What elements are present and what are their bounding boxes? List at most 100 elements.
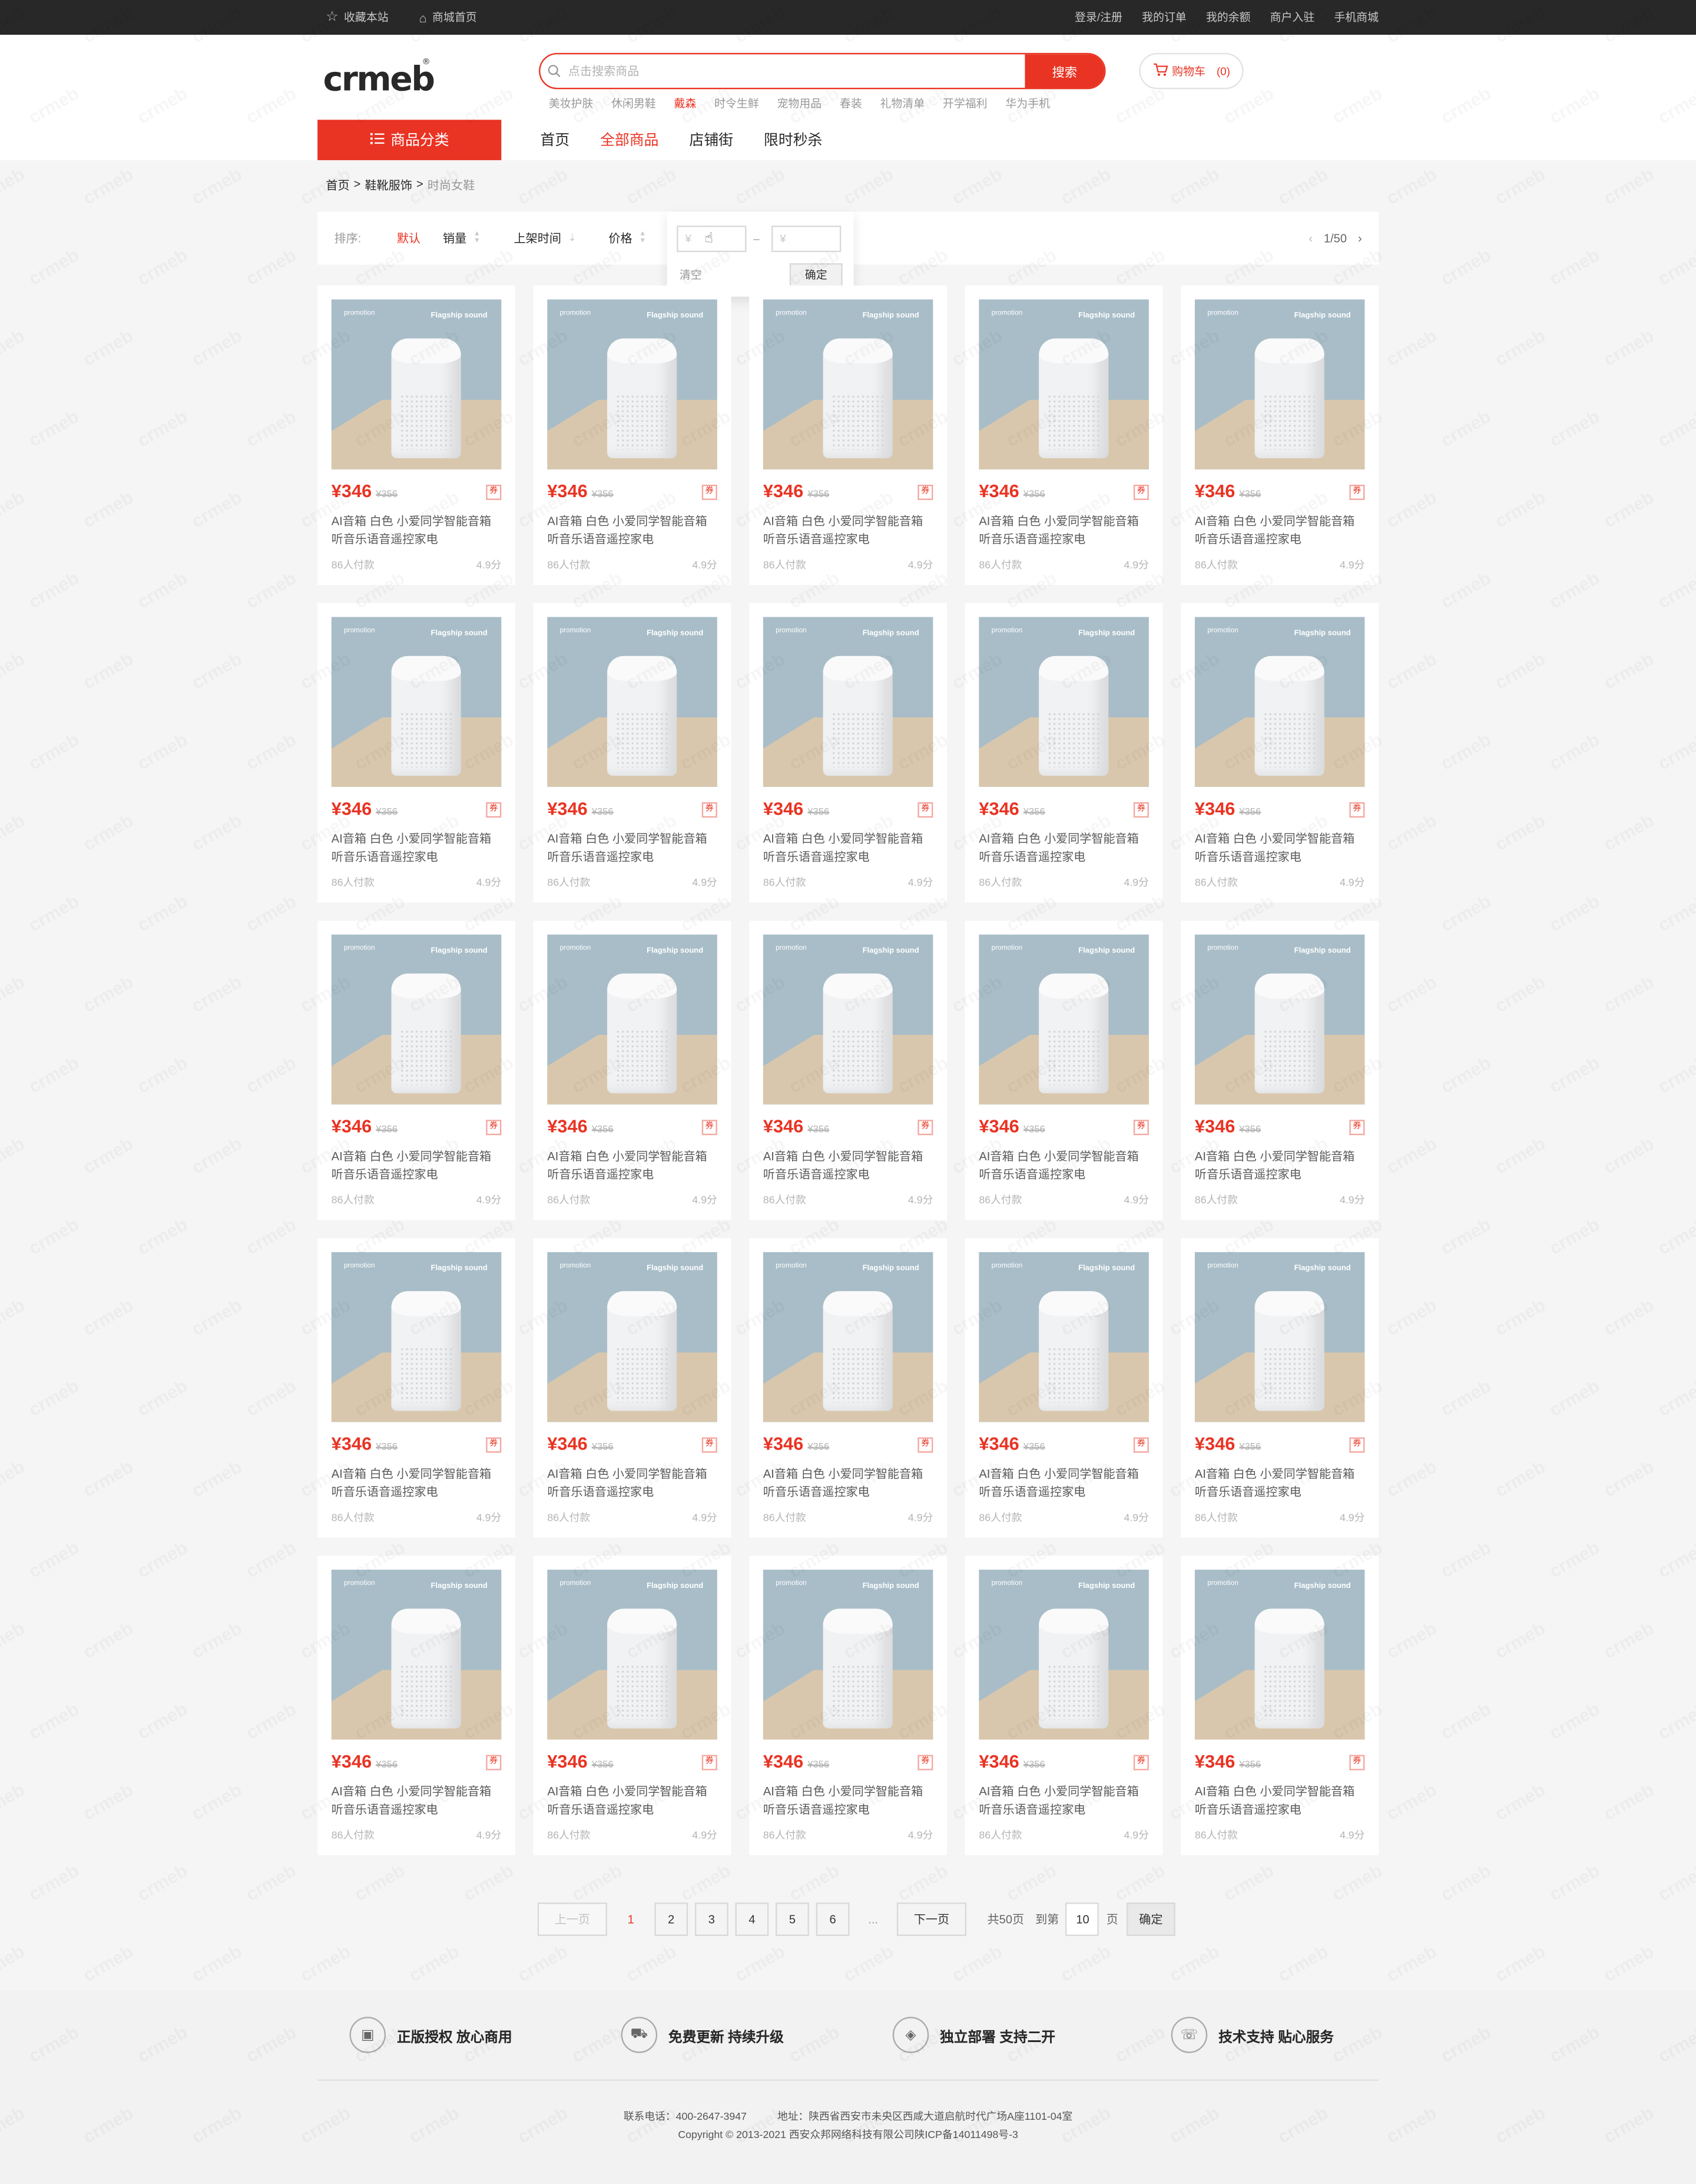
confirm-price-button[interactable]: 确定 <box>789 263 843 289</box>
login-register-link[interactable]: 登录/注册 <box>1075 10 1122 25</box>
mall-home-link[interactable]: ⌂ 商城首页 <box>419 10 477 25</box>
product-name[interactable]: AI音箱 白色 小爱同学智能音箱听音乐语音遥控家电 <box>763 512 933 547</box>
page-number-3[interactable]: 3 <box>694 1902 728 1936</box>
product-name[interactable]: AI音箱 白色 小爱同学智能音箱听音乐语音遥控家电 <box>1195 512 1364 547</box>
product-card[interactable]: promotion Flagship sound ¥346 ¥356 券 AI音箱 白色 … <box>317 285 515 585</box>
product-image[interactable]: promotion Flagship sound <box>979 299 1149 469</box>
product-image[interactable]: promotion Flagship sound <box>979 617 1149 787</box>
site-logo[interactable]: crmeb ® <box>323 57 435 105</box>
product-card[interactable]: promotion Flagship sound ¥346 ¥356 券 AI音箱 白色 … <box>749 921 947 1220</box>
nav-all-products[interactable]: 全部商品 <box>600 130 658 150</box>
product-name[interactable]: AI音箱 白色 小爱同学智能音箱听音乐语音遥控家电 <box>763 1465 933 1500</box>
goto-page-input[interactable]: 10 <box>1066 1902 1099 1936</box>
product-name[interactable]: AI音箱 白色 小爱同学智能音箱听音乐语音遥控家电 <box>763 830 933 865</box>
product-image[interactable]: promotion Flagship sound <box>547 934 717 1105</box>
clear-price-button[interactable]: 清空 <box>680 267 702 283</box>
product-image[interactable]: promotion Flagship sound <box>547 1252 717 1422</box>
product-image[interactable]: promotion Flagship sound <box>547 299 717 469</box>
my-orders-link[interactable]: 我的订单 <box>1142 10 1187 25</box>
sort-sales[interactable]: 销量 ▲ ▼ <box>443 211 481 264</box>
bookmark-link[interactable]: ☆ 收藏本站 <box>326 10 388 25</box>
hot-word-link[interactable]: 时令生鲜 <box>714 96 759 111</box>
product-card[interactable]: promotion Flagship sound ¥346 ¥356 券 AI音箱 白色 … <box>1181 921 1379 1220</box>
breadcrumb-home[interactable]: 首页 <box>326 177 349 193</box>
product-card[interactable]: promotion Flagship sound ¥346 ¥356 券 AI音箱 白色 … <box>1181 1556 1379 1855</box>
mini-prev-button[interactable]: ‹ <box>1309 211 1313 264</box>
product-name[interactable]: AI音箱 白色 小爱同学智能音箱听音乐语音遥控家电 <box>1195 1148 1364 1183</box>
nav-home[interactable]: 首页 <box>541 130 570 150</box>
product-card[interactable]: promotion Flagship sound ¥346 ¥356 券 AI音箱 白色 … <box>749 285 947 585</box>
product-name[interactable]: AI音箱 白色 小爱同学智能音箱听音乐语音遥控家电 <box>979 512 1148 547</box>
product-name[interactable]: AI音箱 白色 小爱同学智能音箱听音乐语音遥控家电 <box>547 512 717 547</box>
product-image[interactable]: promotion Flagship sound <box>1194 299 1365 469</box>
product-name[interactable]: AI音箱 白色 小爱同学智能音箱听音乐语音遥控家电 <box>1195 1783 1364 1818</box>
category-button[interactable]: 商品分类 <box>317 120 502 160</box>
prev-page-button[interactable]: 上一页 <box>537 1902 608 1936</box>
product-card[interactable]: promotion Flagship sound ¥346 ¥356 券 AI音箱 白色 … <box>749 603 947 903</box>
product-image[interactable]: promotion Flagship sound <box>547 1570 717 1740</box>
product-image[interactable]: promotion Flagship sound <box>331 1252 502 1422</box>
product-name[interactable]: AI音箱 白色 小爱同学智能音箱听音乐语音遥控家电 <box>332 830 501 865</box>
product-image[interactable]: promotion Flagship sound <box>763 299 933 469</box>
product-name[interactable]: AI音箱 白色 小爱同学智能音箱听音乐语音遥控家电 <box>763 1148 933 1183</box>
product-image[interactable]: promotion Flagship sound <box>1194 1570 1365 1740</box>
product-card[interactable]: promotion Flagship sound ¥346 ¥356 券 AI音箱 白色 … <box>317 921 515 1220</box>
product-name[interactable]: AI音箱 白色 小爱同学智能音箱听音乐语音遥控家电 <box>547 1465 717 1500</box>
product-card[interactable]: promotion Flagship sound ¥346 ¥356 券 AI音箱 白色 … <box>317 603 515 903</box>
product-card[interactable]: promotion Flagship sound ¥346 ¥356 券 AI音箱 白色 … <box>533 1556 731 1855</box>
product-name[interactable]: AI音箱 白色 小爱同学智能音箱听音乐语音遥控家电 <box>547 1148 717 1183</box>
mobile-mall-link[interactable]: 手机商城 <box>1334 10 1379 25</box>
product-image[interactable]: promotion Flagship sound <box>331 299 502 469</box>
product-name[interactable]: AI音箱 白色 小爱同学智能音箱听音乐语音遥控家电 <box>547 1783 717 1818</box>
next-page-button[interactable]: 下一页 <box>896 1902 967 1936</box>
page-number-current[interactable]: 1 <box>614 1902 648 1936</box>
product-name[interactable]: AI音箱 白色 小爱同学智能音箱听音乐语音遥控家电 <box>332 512 501 547</box>
product-image[interactable]: promotion Flagship sound <box>979 1252 1149 1422</box>
mini-next-button[interactable]: › <box>1358 211 1362 264</box>
product-card[interactable]: promotion Flagship sound ¥346 ¥356 券 AI音箱 白色 … <box>749 1238 947 1538</box>
breadcrumb-category[interactable]: 鞋靴服饰 <box>365 177 412 193</box>
product-card[interactable]: promotion Flagship sound ¥346 ¥356 券 AI音箱 白色 … <box>533 285 731 585</box>
product-image[interactable]: promotion Flagship sound <box>547 617 717 787</box>
nav-flash-sale[interactable]: 限时秒杀 <box>764 130 822 150</box>
product-card[interactable]: promotion Flagship sound ¥346 ¥356 券 AI音箱 白色 … <box>533 1238 731 1538</box>
nav-shop-street[interactable]: 店铺街 <box>690 130 733 150</box>
cart-button[interactable]: 购物车 (0) <box>1139 52 1244 90</box>
product-card[interactable]: promotion Flagship sound ¥346 ¥356 券 AI音箱 白色 … <box>317 1556 515 1855</box>
product-card[interactable]: promotion Flagship sound ¥346 ¥356 券 AI音箱 白色 … <box>965 285 1163 585</box>
goto-confirm-button[interactable]: 确定 <box>1127 1902 1175 1936</box>
product-name[interactable]: AI音箱 白色 小爱同学智能音箱听音乐语音遥控家电 <box>979 1148 1148 1183</box>
product-name[interactable]: AI音箱 白色 小爱同学智能音箱听音乐语音遥控家电 <box>1195 830 1364 865</box>
product-card[interactable]: promotion Flagship sound ¥346 ¥356 券 AI音箱 白色 … <box>965 1238 1163 1538</box>
hot-word-link[interactable]: 休闲男鞋 <box>611 96 656 111</box>
product-name[interactable]: AI音箱 白色 小爱同学智能音箱听音乐语音遥控家电 <box>547 830 717 865</box>
product-name[interactable]: AI音箱 白色 小爱同学智能音箱听音乐语音遥控家电 <box>763 1783 933 1818</box>
hot-word-link[interactable]: 宠物用品 <box>777 96 822 111</box>
product-card[interactable]: promotion Flagship sound ¥346 ¥356 券 AI音箱 白色 … <box>1181 1238 1379 1538</box>
product-image[interactable]: promotion Flagship sound <box>979 1570 1149 1740</box>
product-name[interactable]: AI音箱 白色 小爱同学智能音箱听音乐语音遥控家电 <box>979 830 1148 865</box>
search-button[interactable]: 搜索 <box>1025 54 1105 88</box>
product-name[interactable]: AI音箱 白色 小爱同学智能音箱听音乐语音遥控家电 <box>332 1148 501 1183</box>
page-number-6[interactable]: 6 <box>816 1902 850 1936</box>
my-balance-link[interactable]: 我的余额 <box>1206 10 1251 25</box>
hot-word-link[interactable]: 春装 <box>840 96 862 111</box>
hot-word-link[interactable]: 美妆护肤 <box>549 96 594 111</box>
product-card[interactable]: promotion Flagship sound ¥346 ¥356 券 AI音箱 白色 … <box>1181 285 1379 585</box>
hot-word-link[interactable]: 华为手机 <box>1005 96 1050 111</box>
product-card[interactable]: promotion Flagship sound ¥346 ¥356 券 AI音箱 白色 … <box>1181 603 1379 903</box>
product-image[interactable]: promotion Flagship sound <box>1194 1252 1365 1422</box>
search-input[interactable] <box>568 54 1025 88</box>
product-name[interactable]: AI音箱 白色 小爱同学智能音箱听音乐语音遥控家电 <box>979 1465 1148 1500</box>
product-card[interactable]: promotion Flagship sound ¥346 ¥356 券 AI音箱 白色 … <box>533 603 731 903</box>
hot-word-link[interactable]: 礼物清单 <box>880 96 925 111</box>
product-image[interactable]: promotion Flagship sound <box>331 1570 502 1740</box>
max-price-input[interactable]: ¥ <box>771 226 842 253</box>
product-name[interactable]: AI音箱 白色 小爱同学智能音箱听音乐语音遥控家电 <box>332 1783 501 1818</box>
product-card[interactable]: promotion Flagship sound ¥346 ¥356 券 AI音箱 白色 … <box>749 1556 947 1855</box>
product-name[interactable]: AI音箱 白色 小爱同学智能音箱听音乐语音遥控家电 <box>332 1465 501 1500</box>
product-image[interactable]: promotion Flagship sound <box>763 1570 933 1740</box>
product-card[interactable]: promotion Flagship sound ¥346 ¥356 券 AI音箱 白色 … <box>317 1238 515 1538</box>
product-name[interactable]: AI音箱 白色 小爱同学智能音箱听音乐语音遥控家电 <box>1195 1465 1364 1500</box>
product-card[interactable]: promotion Flagship sound ¥346 ¥356 券 AI音箱 白色 … <box>533 921 731 1220</box>
